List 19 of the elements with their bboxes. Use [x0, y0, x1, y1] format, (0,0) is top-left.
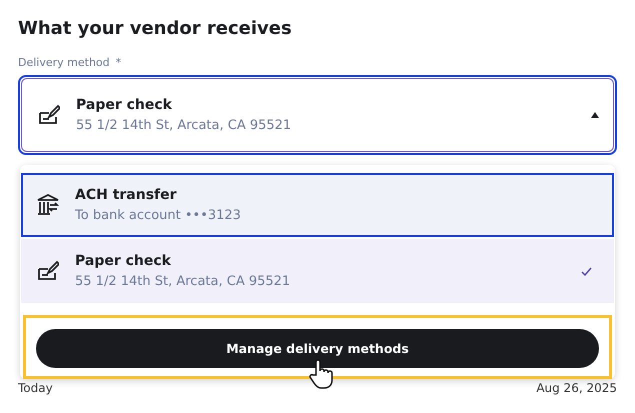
- selected-title: Paper check: [76, 97, 173, 113]
- bank-transfer-icon: [37, 193, 59, 217]
- date-text: Aug 26, 2025: [536, 381, 617, 395]
- date-text: Today: [18, 381, 53, 395]
- pen-on-check-icon: [38, 104, 60, 126]
- option-title: ACH transfer: [75, 187, 178, 203]
- delivery-method-select[interactable]: Paper check 55 1/2 14th St, Arcata, CA 95521: [18, 75, 617, 155]
- field-label: Delivery method: [18, 56, 110, 69]
- required-mark: *: [116, 56, 122, 69]
- section-heading: What your vendor receives: [18, 18, 293, 39]
- option-title: Paper check: [75, 253, 172, 269]
- checkmark-icon: [581, 266, 592, 276]
- manage-delivery-methods-button[interactable]: Manage delivery methods: [36, 329, 599, 368]
- pen-on-check-icon: [37, 260, 59, 282]
- selected-address: 55 1/2 14th St, Arcata, CA 95521: [76, 118, 292, 133]
- delivery-option[interactable]: Paper check 55 1/2 14th St, Arcata, CA 95521: [21, 239, 614, 303]
- option-subtitle: To bank account •••3123: [75, 208, 242, 223]
- delivery-option[interactable]: ACH transfer To bank account •••3123: [21, 173, 614, 237]
- option-subtitle: 55 1/2 14th St, Arcata, CA 95521: [75, 274, 292, 289]
